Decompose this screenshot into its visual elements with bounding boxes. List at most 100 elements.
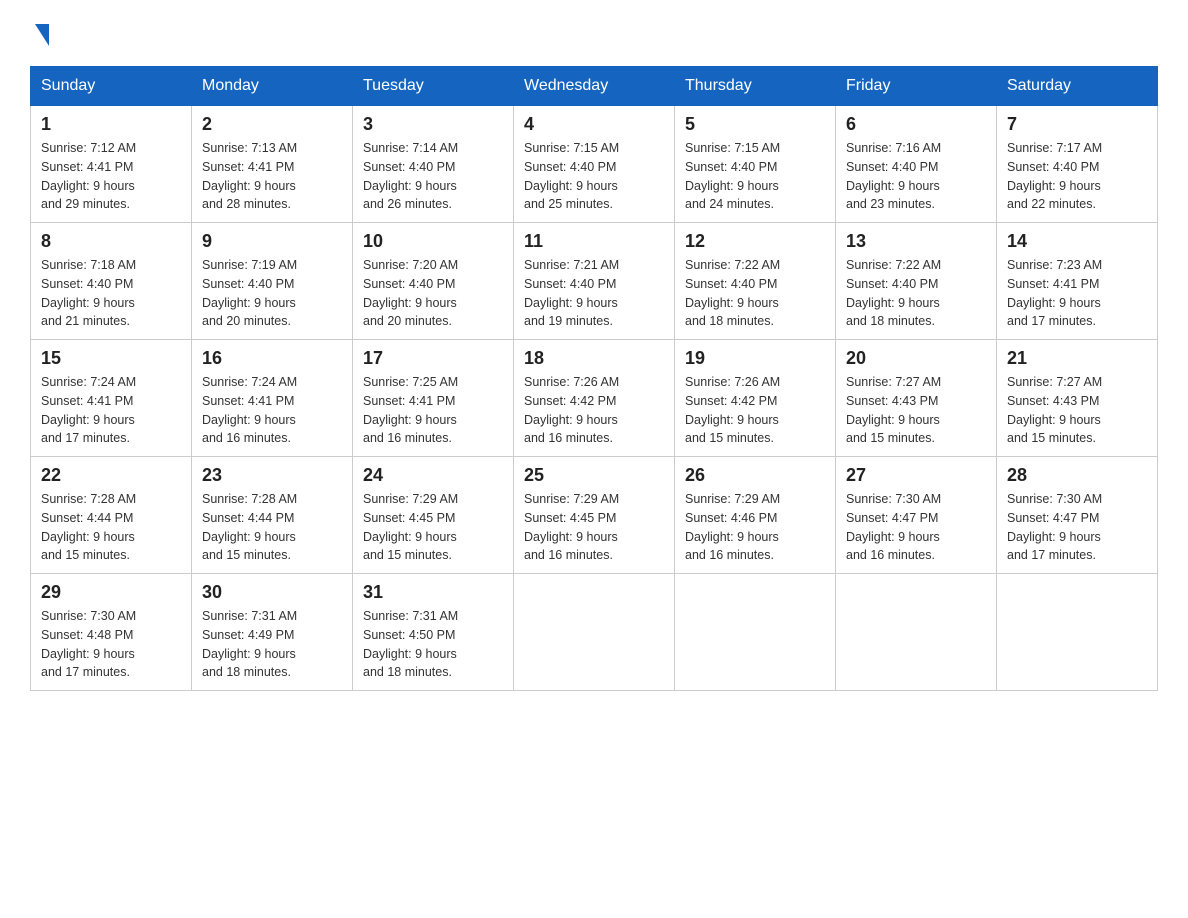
calendar-cell — [675, 574, 836, 691]
logo-triangle-icon — [35, 24, 49, 46]
day-number: 2 — [202, 114, 342, 135]
day-info: Sunrise: 7:30 AMSunset: 4:47 PMDaylight:… — [1007, 490, 1147, 565]
weekday-header-tuesday: Tuesday — [353, 67, 514, 106]
day-number: 4 — [524, 114, 664, 135]
calendar-cell: 3Sunrise: 7:14 AMSunset: 4:40 PMDaylight… — [353, 106, 514, 223]
weekday-header-thursday: Thursday — [675, 67, 836, 106]
calendar-cell: 22Sunrise: 7:28 AMSunset: 4:44 PMDayligh… — [31, 457, 192, 574]
calendar-cell: 20 Sunrise: 7:27 AMSunset: 4:43 PMDayligh… — [836, 340, 997, 457]
calendar-cell: 28 Sunrise: 7:30 AMSunset: 4:47 PMDayligh… — [997, 457, 1158, 574]
day-info: Sunrise: 7:12 AMSunset: 4:41 PMDaylight:… — [41, 139, 181, 214]
calendar-cell: 8 Sunrise: 7:18 AMSunset: 4:40 PMDaylight… — [31, 223, 192, 340]
day-info: Sunrise: 7:26 AMSunset: 4:42 PMDaylight:… — [685, 373, 825, 448]
weekday-header-saturday: Saturday — [997, 67, 1158, 106]
day-number: 20 — [846, 348, 986, 369]
day-info: Sunrise: 7:28 AMSunset: 4:44 PMDaylight:… — [41, 490, 181, 565]
day-number: 17 — [363, 348, 503, 369]
day-info: Sunrise: 7:30 AMSunset: 4:47 PMDaylight:… — [846, 490, 986, 565]
day-info: Sunrise: 7:26 AMSunset: 4:42 PMDaylight:… — [524, 373, 664, 448]
day-number: 26 — [685, 465, 825, 486]
calendar-table: SundayMondayTuesdayWednesdayThursdayFrid… — [30, 66, 1158, 691]
calendar-cell: 25Sunrise: 7:29 AMSunset: 4:45 PMDayligh… — [514, 457, 675, 574]
day-info: Sunrise: 7:14 AMSunset: 4:40 PMDaylight:… — [363, 139, 503, 214]
week-row-2: 8 Sunrise: 7:18 AMSunset: 4:40 PMDaylight… — [31, 223, 1158, 340]
calendar-cell: 19 Sunrise: 7:26 AMSunset: 4:42 PMDayligh… — [675, 340, 836, 457]
week-row-3: 15 Sunrise: 7:24 AMSunset: 4:41 PMDayligh… — [31, 340, 1158, 457]
day-number: 13 — [846, 231, 986, 252]
day-number: 12 — [685, 231, 825, 252]
day-info: Sunrise: 7:16 AMSunset: 4:40 PMDaylight:… — [846, 139, 986, 214]
calendar-cell: 29 Sunrise: 7:30 AMSunset: 4:48 PMDayligh… — [31, 574, 192, 691]
day-info: Sunrise: 7:22 AMSunset: 4:40 PMDaylight:… — [685, 256, 825, 331]
page-header — [30, 20, 1158, 46]
calendar-cell: 1 Sunrise: 7:12 AMSunset: 4:41 PMDaylight… — [31, 106, 192, 223]
day-info: Sunrise: 7:29 AMSunset: 4:45 PMDaylight:… — [524, 490, 664, 565]
day-info: Sunrise: 7:15 AMSunset: 4:40 PMDaylight:… — [685, 139, 825, 214]
calendar-cell — [836, 574, 997, 691]
day-number: 9 — [202, 231, 342, 252]
day-info: Sunrise: 7:30 AMSunset: 4:48 PMDaylight:… — [41, 607, 181, 682]
day-info: Sunrise: 7:22 AMSunset: 4:40 PMDaylight:… — [846, 256, 986, 331]
day-info: Sunrise: 7:27 AMSunset: 4:43 PMDaylight:… — [1007, 373, 1147, 448]
calendar-cell: 16 Sunrise: 7:24 AMSunset: 4:41 PMDayligh… — [192, 340, 353, 457]
day-info: Sunrise: 7:20 AMSunset: 4:40 PMDaylight:… — [363, 256, 503, 331]
weekday-header-monday: Monday — [192, 67, 353, 106]
calendar-cell: 30Sunrise: 7:31 AMSunset: 4:49 PMDayligh… — [192, 574, 353, 691]
day-info: Sunrise: 7:31 AMSunset: 4:50 PMDaylight:… — [363, 607, 503, 682]
day-info: Sunrise: 7:18 AMSunset: 4:40 PMDaylight:… — [41, 256, 181, 331]
weekday-header-wednesday: Wednesday — [514, 67, 675, 106]
day-info: Sunrise: 7:13 AMSunset: 4:41 PMDaylight:… — [202, 139, 342, 214]
day-info: Sunrise: 7:24 AMSunset: 4:41 PMDaylight:… — [41, 373, 181, 448]
day-info: Sunrise: 7:29 AMSunset: 4:45 PMDaylight:… — [363, 490, 503, 565]
day-info: Sunrise: 7:19 AMSunset: 4:40 PMDaylight:… — [202, 256, 342, 331]
day-info: Sunrise: 7:28 AMSunset: 4:44 PMDaylight:… — [202, 490, 342, 565]
day-info: Sunrise: 7:27 AMSunset: 4:43 PMDaylight:… — [846, 373, 986, 448]
day-number: 19 — [685, 348, 825, 369]
calendar-cell: 12 Sunrise: 7:22 AMSunset: 4:40 PMDayligh… — [675, 223, 836, 340]
day-number: 28 — [1007, 465, 1147, 486]
calendar-cell: 18 Sunrise: 7:26 AMSunset: 4:42 PMDayligh… — [514, 340, 675, 457]
weekday-header-friday: Friday — [836, 67, 997, 106]
day-number: 6 — [846, 114, 986, 135]
day-number: 7 — [1007, 114, 1147, 135]
calendar-cell: 10 Sunrise: 7:20 AMSunset: 4:40 PMDayligh… — [353, 223, 514, 340]
day-info: Sunrise: 7:24 AMSunset: 4:41 PMDaylight:… — [202, 373, 342, 448]
day-number: 10 — [363, 231, 503, 252]
weekday-header-row: SundayMondayTuesdayWednesdayThursdayFrid… — [31, 67, 1158, 106]
day-number: 31 — [363, 582, 503, 603]
calendar-cell: 31 Sunrise: 7:31 AMSunset: 4:50 PMDayligh… — [353, 574, 514, 691]
calendar-cell: 27 Sunrise: 7:30 AMSunset: 4:47 PMDayligh… — [836, 457, 997, 574]
week-row-4: 22Sunrise: 7:28 AMSunset: 4:44 PMDayligh… — [31, 457, 1158, 574]
calendar-cell: 11 Sunrise: 7:21 AMSunset: 4:40 PMDayligh… — [514, 223, 675, 340]
day-info: Sunrise: 7:17 AMSunset: 4:40 PMDaylight:… — [1007, 139, 1147, 214]
day-info: Sunrise: 7:15 AMSunset: 4:40 PMDaylight:… — [524, 139, 664, 214]
calendar-cell: 26 Sunrise: 7:29 AMSunset: 4:46 PMDayligh… — [675, 457, 836, 574]
calendar-cell: 7 Sunrise: 7:17 AMSunset: 4:40 PMDaylight… — [997, 106, 1158, 223]
day-number: 5 — [685, 114, 825, 135]
calendar-cell: 23 Sunrise: 7:28 AMSunset: 4:44 PMDayligh… — [192, 457, 353, 574]
day-number: 16 — [202, 348, 342, 369]
calendar-cell: 15 Sunrise: 7:24 AMSunset: 4:41 PMDayligh… — [31, 340, 192, 457]
day-number: 29 — [41, 582, 181, 603]
day-info: Sunrise: 7:21 AMSunset: 4:40 PMDaylight:… — [524, 256, 664, 331]
day-number: 18 — [524, 348, 664, 369]
day-info: Sunrise: 7:23 AMSunset: 4:41 PMDaylight:… — [1007, 256, 1147, 331]
day-info: Sunrise: 7:29 AMSunset: 4:46 PMDaylight:… — [685, 490, 825, 565]
weekday-header-sunday: Sunday — [31, 67, 192, 106]
day-number: 27 — [846, 465, 986, 486]
calendar-cell — [997, 574, 1158, 691]
calendar-cell: 2 Sunrise: 7:13 AMSunset: 4:41 PMDaylight… — [192, 106, 353, 223]
day-number: 24 — [363, 465, 503, 486]
day-number: 14 — [1007, 231, 1147, 252]
day-number: 30 — [202, 582, 342, 603]
day-number: 1 — [41, 114, 181, 135]
day-number: 8 — [41, 231, 181, 252]
day-number: 21 — [1007, 348, 1147, 369]
calendar-cell — [514, 574, 675, 691]
calendar-cell: 6 Sunrise: 7:16 AMSunset: 4:40 PMDaylight… — [836, 106, 997, 223]
calendar-cell: 14 Sunrise: 7:23 AMSunset: 4:41 PMDayligh… — [997, 223, 1158, 340]
day-number: 23 — [202, 465, 342, 486]
day-number: 11 — [524, 231, 664, 252]
day-number: 15 — [41, 348, 181, 369]
day-info: Sunrise: 7:25 AMSunset: 4:41 PMDaylight:… — [363, 373, 503, 448]
